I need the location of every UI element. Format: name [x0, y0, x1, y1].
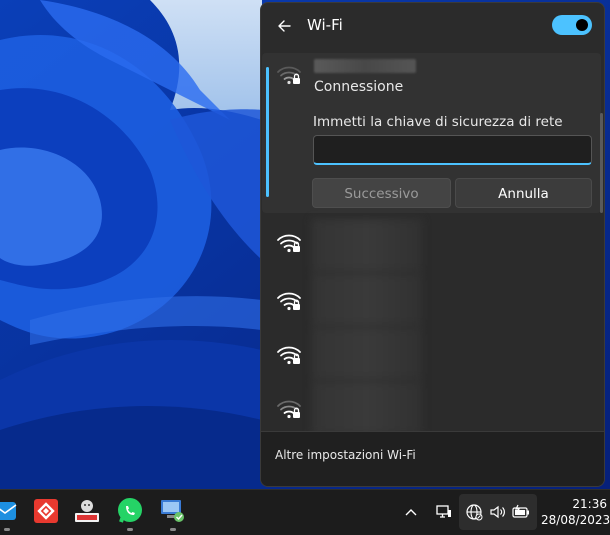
network-status: Connessione — [314, 79, 404, 95]
network-name-redacted — [314, 59, 416, 73]
flyout-title: Wi-Fi — [307, 16, 343, 34]
security-key-input[interactable] — [313, 135, 592, 165]
clock-date: 28/08/2023 — [541, 513, 610, 527]
quick-settings-button[interactable] — [459, 494, 537, 530]
network-name-redacted — [312, 219, 422, 273]
whatsapp-icon[interactable] — [115, 496, 145, 531]
globe-network-icon — [464, 502, 484, 522]
selected-network[interactable]: Connessione Immetti la chiave di sicurez… — [262, 53, 601, 213]
flyout-footer: Altre impostazioni Wi-Fi — [261, 431, 604, 486]
device-monitor-icon[interactable] — [434, 502, 454, 522]
taskbar: 21:36 28/08/2023 — [0, 489, 610, 535]
running-indicator — [170, 528, 176, 531]
cancel-button[interactable]: Annulla — [455, 178, 592, 208]
running-indicator — [127, 528, 133, 531]
battery-charging-icon — [511, 502, 531, 522]
security-key-label: Immetti la chiave di sicurezza di rete — [313, 114, 563, 130]
network-name-redacted — [312, 381, 422, 431]
wifi-secured-icon — [276, 289, 302, 313]
network-item[interactable] — [262, 273, 601, 327]
flyout-header: Wi-Fi — [261, 3, 604, 49]
selection-indicator — [266, 67, 269, 197]
mail-icon[interactable] — [0, 496, 22, 531]
scrollbar[interactable] — [600, 113, 603, 213]
network-item[interactable] — [262, 381, 601, 431]
wifi-toggle[interactable] — [552, 15, 592, 35]
back-arrow-icon[interactable] — [275, 16, 295, 36]
network-name-redacted — [312, 273, 422, 327]
wifi-secured-icon — [276, 343, 302, 367]
wifi-flyout: Wi-Fi Connessione Immetti la chiave di s… — [260, 2, 605, 487]
volume-icon — [488, 502, 508, 522]
running-indicator — [4, 528, 10, 531]
network-item[interactable] — [262, 219, 601, 273]
more-wifi-settings-link[interactable]: Altre impostazioni Wi-Fi — [275, 448, 416, 462]
app-icon[interactable] — [72, 496, 102, 530]
show-hidden-icons-chevron-icon[interactable] — [402, 502, 420, 522]
network-setup-icon[interactable] — [158, 496, 188, 531]
next-button[interactable]: Successivo — [312, 178, 451, 208]
wifi-secured-icon — [276, 231, 302, 255]
network-list: Connessione Immetti la chiave di sicurez… — [261, 51, 604, 431]
wifi-secured-icon — [276, 397, 302, 421]
clock[interactable]: 21:36 28/08/2023 — [541, 496, 610, 528]
network-name-redacted — [312, 327, 422, 381]
anydesk-icon[interactable] — [31, 496, 61, 530]
clock-time: 21:36 — [572, 497, 607, 511]
network-item[interactable] — [262, 327, 601, 381]
toggle-knob — [576, 19, 588, 31]
wifi-secured-icon — [276, 63, 302, 87]
